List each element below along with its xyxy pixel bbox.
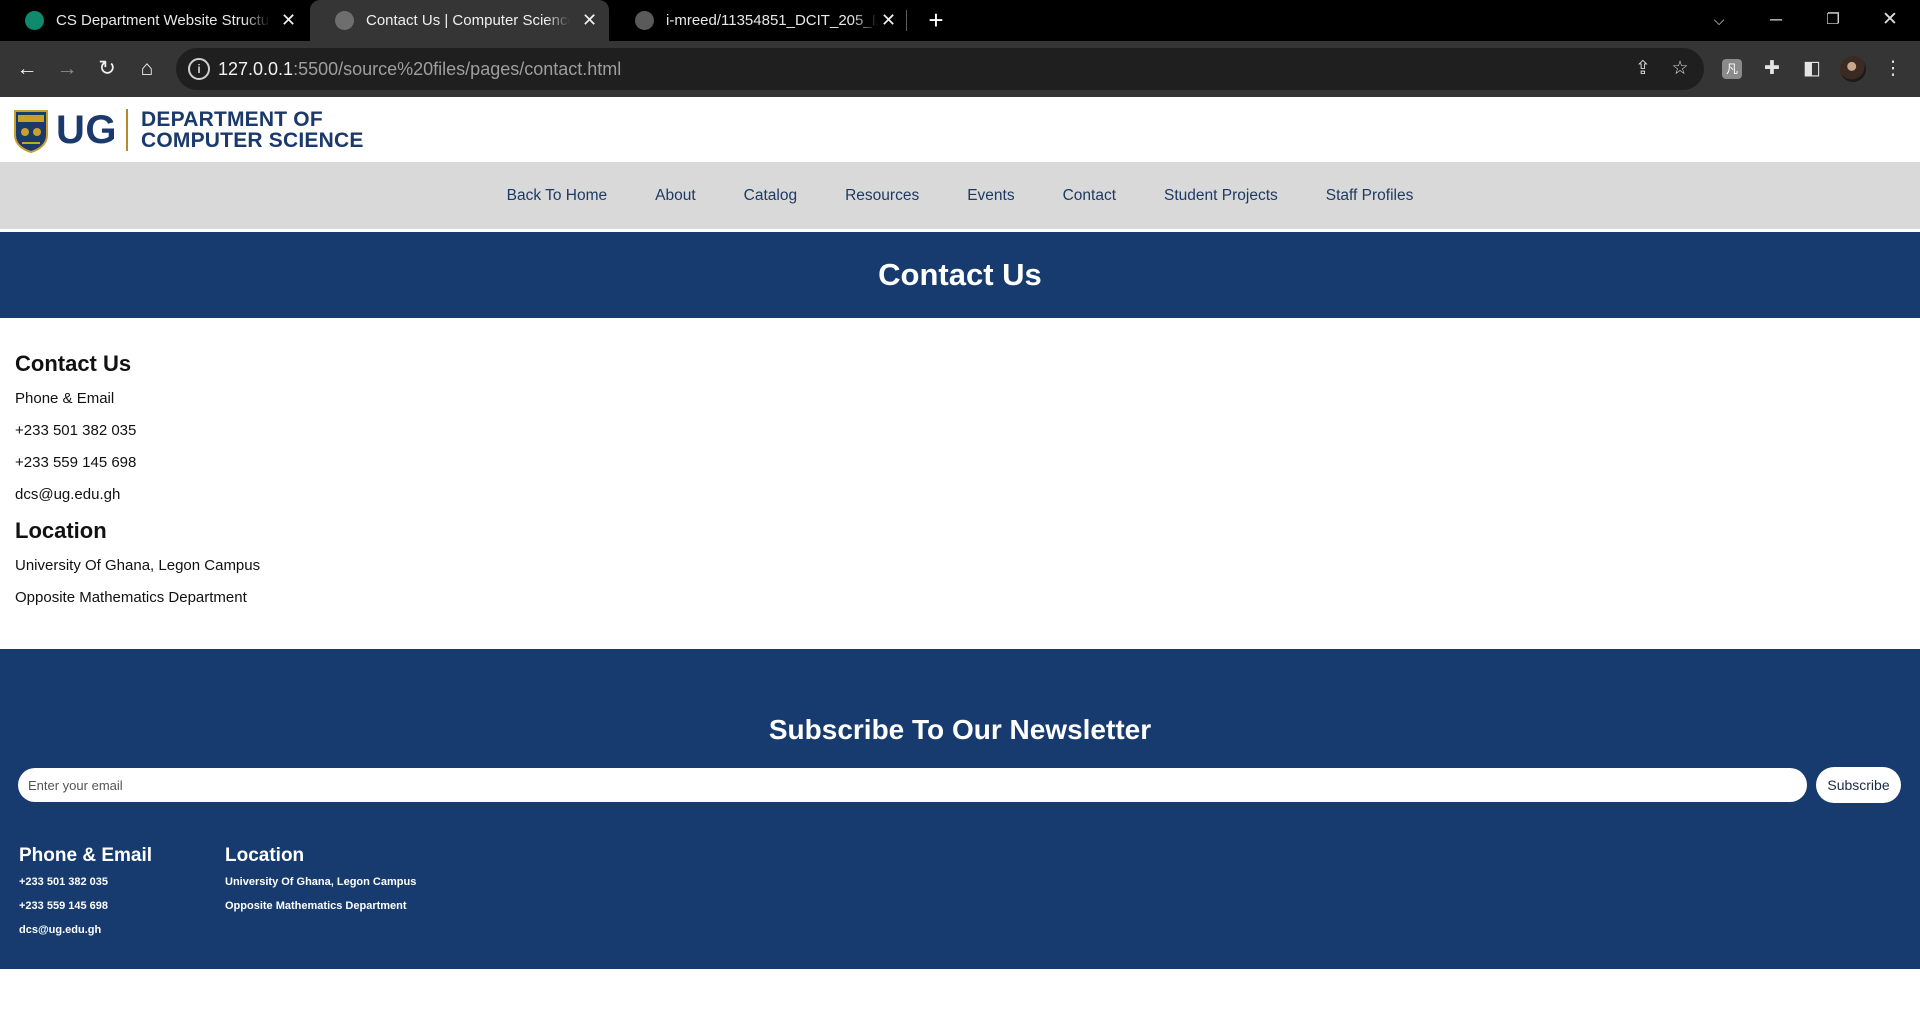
tab-title: CS Department Website Structure: [56, 12, 270, 29]
reload-icon[interactable]: ↻: [93, 55, 121, 83]
nav-link-resources[interactable]: Resources: [845, 187, 919, 205]
tab-title: Contact Us | Computer Science Department: [366, 12, 570, 29]
browser-toolbar: ← → ↻ ⌂ i 127.0.0.1:5500/source%20files/…: [0, 41, 1920, 97]
star-icon[interactable]: ☆: [1668, 57, 1692, 81]
contact-heading: Contact Us: [15, 351, 132, 376]
nav-link-contact[interactable]: Contact: [1063, 187, 1116, 205]
page-viewport: UG DEPARTMENT OF COMPUTER SCIENCE Back T…: [0, 97, 1920, 1020]
tab-search-icon[interactable]: ⌵: [1705, 6, 1733, 34]
footer-phone-2: +233 559 145 698: [19, 900, 109, 912]
site-header: UG DEPARTMENT OF COMPUTER SCIENCE: [0, 97, 1920, 162]
home-icon[interactable]: ⌂: [133, 55, 161, 83]
nav-link-catalog[interactable]: Catalog: [744, 187, 797, 205]
close-icon[interactable]: ✕: [580, 11, 599, 30]
logo-dept-line2: COMPUTER SCIENCE: [141, 129, 364, 152]
phone-email-label: Phone & Email: [15, 390, 115, 407]
menu-kebab-icon[interactable]: ⋮: [1880, 56, 1906, 82]
puzzle-icon[interactable]: ✚: [1759, 56, 1785, 82]
footer-location-2: Opposite Mathematics Department: [225, 900, 407, 912]
footer-location-heading: Location: [225, 845, 305, 866]
logo-ug-text: UG: [56, 108, 117, 152]
share-icon[interactable]: ⇪: [1631, 57, 1655, 81]
browser-tab-1[interactable]: CS Department Website Structure ✕: [0, 0, 308, 41]
restore-icon[interactable]: ❐: [1819, 6, 1847, 34]
tab-separator: [906, 10, 907, 31]
side-panel-icon[interactable]: ◧: [1799, 56, 1825, 82]
browser-tab-strip: CS Department Website Structure ✕ Contac…: [0, 0, 1920, 41]
address-bar[interactable]: i 127.0.0.1:5500/source%20files/pages/co…: [176, 48, 1704, 90]
nav-link-student-projects[interactable]: Student Projects: [1164, 187, 1278, 205]
url-text[interactable]: 127.0.0.1:5500/source%20files/pages/cont…: [218, 59, 621, 80]
site-info-icon[interactable]: i: [188, 58, 210, 80]
phone-number-1: +233 501 382 035: [15, 422, 137, 439]
close-icon[interactable]: ✕: [279, 11, 298, 30]
newsletter-email-input[interactable]: [18, 768, 1807, 802]
site-footer: Subscribe To Our Newsletter Subscribe Ph…: [0, 649, 1920, 969]
logo-divider: [126, 109, 128, 151]
logo-dept-line1: DEPARTMENT OF: [141, 108, 323, 131]
footer-phone-1: +233 501 382 035: [19, 876, 109, 888]
site-logo[interactable]: UG DEPARTMENT OF COMPUTER SCIENCE: [12, 105, 364, 155]
nav-link-back-to-home[interactable]: Back To Home: [507, 187, 608, 205]
browser-tab-2[interactable]: Contact Us | Computer Science Department…: [310, 0, 609, 41]
minimize-icon[interactable]: ─: [1762, 6, 1790, 34]
ug-crest-icon: [14, 110, 48, 153]
chatgpt-icon: [25, 11, 44, 30]
forward-arrow-icon[interactable]: →: [53, 55, 81, 83]
footer-location-1: University Of Ghana, Legon Campus: [225, 876, 417, 888]
globe-icon: [335, 11, 354, 30]
footer-phone-heading: Phone & Email: [19, 845, 153, 866]
logo-department-name: DEPARTMENT OF COMPUTER SCIENCE: [141, 109, 364, 151]
close-icon[interactable]: ✕: [879, 11, 898, 30]
footer-location-column: Location University Of Ghana, Legon Camp…: [225, 845, 416, 924]
profile-avatar[interactable]: [1840, 56, 1866, 82]
contact-section: Contact Us Phone & Email +233 501 382 03…: [15, 351, 1815, 621]
main-navigation: Back To Home About Catalog Resources Eve…: [0, 162, 1920, 229]
page-banner: Contact Us: [0, 232, 1920, 318]
location-heading: Location: [15, 518, 107, 543]
nav-link-staff-profiles[interactable]: Staff Profiles: [1326, 187, 1414, 205]
nav-link-events[interactable]: Events: [967, 187, 1014, 205]
nav-link-about[interactable]: About: [655, 187, 696, 205]
phone-number-2: +233 559 145 698: [15, 454, 137, 471]
window-close-icon[interactable]: ✕: [1876, 6, 1904, 34]
tab-title: i-mreed/11354851_DCIT_205_IA: [666, 12, 878, 29]
back-arrow-icon[interactable]: ←: [13, 55, 41, 83]
github-icon: [635, 11, 654, 30]
subscribe-button[interactable]: Subscribe: [1816, 767, 1901, 803]
extension-icon[interactable]: 凡: [1722, 59, 1742, 79]
location-line-1: University Of Ghana, Legon Campus: [15, 557, 261, 574]
location-line-2: Opposite Mathematics Department: [15, 589, 247, 606]
page-title: Contact Us: [878, 257, 1042, 292]
footer-email: dcs@ug.edu.gh: [19, 924, 102, 936]
url-path: :5500/source%20files/pages/contact.html: [293, 59, 622, 79]
newsletter-title: Subscribe To Our Newsletter: [768, 714, 1152, 745]
footer-phone-email-column: Phone & Email +233 501 382 035 +233 559 …: [19, 845, 152, 948]
new-tab-icon[interactable]: +: [922, 6, 950, 34]
url-host: 127.0.0.1: [218, 59, 294, 79]
contact-email: dcs@ug.edu.gh: [15, 486, 121, 503]
browser-tab-3[interactable]: i-mreed/11354851_DCIT_205_IA ✕: [610, 0, 908, 41]
